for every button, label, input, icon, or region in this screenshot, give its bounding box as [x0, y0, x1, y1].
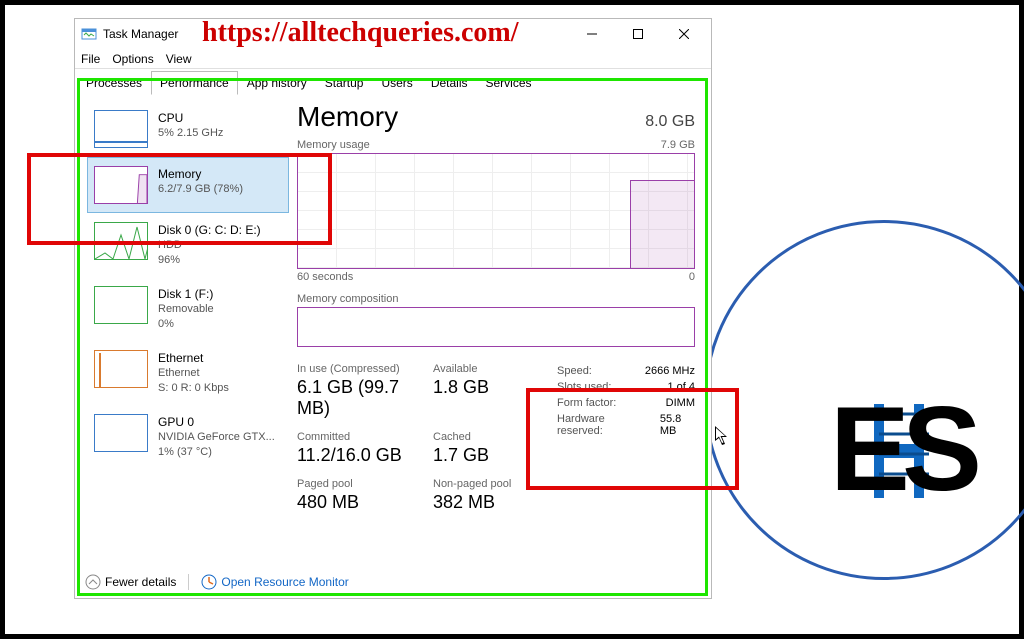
app-icon: [81, 26, 97, 42]
disk0-sparkline: [94, 222, 148, 260]
axis-right: 0: [689, 271, 695, 283]
sidebar-item-label: GPU 0: [158, 414, 275, 430]
stat-value-nonpaged: 382 MB: [433, 492, 533, 513]
sidebar-item-label: Disk 1 (F:): [158, 286, 214, 302]
sidebar-item-memory[interactable]: Memory 6.2/7.9 GB (78%): [87, 157, 289, 213]
menu-file[interactable]: File: [81, 52, 100, 66]
sidebar-item-sub: Ethernet: [158, 366, 229, 381]
stat-value-paged: 480 MB: [297, 492, 433, 513]
open-resource-monitor-link[interactable]: Open Resource Monitor: [201, 574, 348, 590]
chart-fill: [630, 180, 694, 268]
tab-details[interactable]: Details: [422, 71, 477, 95]
memory-sparkline: [94, 166, 148, 204]
stat-label-paged: Paged pool: [297, 478, 433, 490]
sidebar-item-sub2: S: 0 R: 0 Kbps: [158, 381, 229, 396]
stat-value-available: 1.8 GB: [433, 377, 533, 398]
fewer-details-button[interactable]: Fewer details: [85, 574, 176, 590]
stat-value-inuse: 6.1 GB (99.7 MB): [297, 377, 433, 419]
tab-performance[interactable]: Performance: [151, 71, 238, 95]
menu-options[interactable]: Options: [112, 52, 153, 66]
spec-value-form: DIMM: [666, 397, 695, 409]
sidebar-item-sub2: 96%: [158, 253, 261, 268]
sidebar-item-ethernet[interactable]: Ethernet Ethernet S: 0 R: 0 Kbps: [87, 341, 289, 405]
maximize-button[interactable]: [615, 19, 661, 49]
performance-sidebar: CPU 5% 2.15 GHz Memory 6.2/7.9 GB (78%): [75, 95, 289, 591]
gpu-sparkline: [94, 414, 148, 452]
sidebar-item-sub: Removable: [158, 302, 214, 317]
memory-capacity: 8.0 GB: [645, 113, 695, 131]
spec-label-speed: Speed:: [557, 365, 592, 377]
stat-label-committed: Committed: [297, 431, 433, 443]
chart-ymax: 7.9 GB: [661, 139, 695, 151]
chevron-up-circle-icon: [85, 574, 101, 590]
sidebar-item-sub: HDD: [158, 238, 261, 253]
fewer-details-label: Fewer details: [105, 575, 176, 589]
composition-label: Memory composition: [297, 293, 695, 305]
sidebar-item-sub: NVIDIA GeForce GTX...: [158, 430, 275, 445]
memory-usage-chart[interactable]: [297, 153, 695, 269]
orm-label: Open Resource Monitor: [221, 575, 348, 589]
performance-body: CPU 5% 2.15 GHz Memory 6.2/7.9 GB (78%): [75, 95, 711, 591]
tab-services[interactable]: Services: [477, 71, 541, 95]
sidebar-item-disk1[interactable]: Disk 1 (F:) Removable 0%: [87, 277, 289, 341]
menubar: File Options View: [75, 49, 711, 69]
task-manager-window: Task Manager File Options View Processes…: [74, 18, 712, 599]
window-title: Task Manager: [103, 27, 178, 41]
memory-specs: Speed: 2666 MHz Slots used: 1 of 4 Form fa…: [557, 363, 695, 513]
page-title: Memory: [297, 101, 398, 133]
sidebar-item-label: CPU: [158, 110, 223, 126]
sidebar-item-label: Ethernet: [158, 350, 229, 366]
memory-stats: In use (Compressed) 6.1 GB (99.7 MB) Ava…: [297, 363, 695, 513]
sidebar-item-label: Memory: [158, 166, 243, 182]
spec-label-form: Form factor:: [557, 397, 616, 409]
sidebar-item-sub2: 0%: [158, 317, 214, 332]
tab-app-history[interactable]: App history: [238, 71, 316, 95]
sidebar-item-sub: 5% 2.15 GHz: [158, 126, 223, 141]
tabs: Processes Performance App history Startu…: [75, 71, 711, 95]
spec-value-hw: 55.8 MB: [660, 413, 695, 437]
stat-value-cached: 1.7 GB: [433, 445, 533, 466]
sidebar-item-label: Disk 0 (G: C: D: E:): [158, 222, 261, 238]
spec-label-slots: Slots used:: [557, 381, 611, 393]
tab-users[interactable]: Users: [372, 71, 421, 95]
sidebar-item-gpu0[interactable]: GPU 0 NVIDIA GeForce GTX... 1% (37 °C): [87, 405, 289, 469]
background-logo-text: ES: [830, 380, 974, 518]
close-button[interactable]: [661, 19, 707, 49]
stat-value-committed: 11.2/16.0 GB: [297, 445, 433, 466]
spec-value-speed: 2666 MHz: [645, 365, 695, 377]
spec-label-hw: Hardware reserved:: [557, 413, 640, 437]
watermark-url: https://alltechqueries.com/: [202, 17, 519, 49]
stat-label-nonpaged: Non-paged pool: [433, 478, 533, 490]
divider: [188, 574, 189, 590]
disk1-sparkline: [94, 286, 148, 324]
memory-composition-chart[interactable]: [297, 307, 695, 347]
resource-monitor-icon: [201, 574, 217, 590]
sidebar-item-sub2: 1% (37 °C): [158, 445, 275, 460]
tab-processes[interactable]: Processes: [77, 71, 151, 95]
sidebar-item-cpu[interactable]: CPU 5% 2.15 GHz: [87, 101, 289, 157]
ethernet-sparkline: [94, 350, 148, 388]
tab-startup[interactable]: Startup: [316, 71, 373, 95]
window-controls: [569, 19, 707, 49]
footer: Fewer details Open Resource Monitor: [85, 574, 349, 590]
chart-label: Memory usage: [297, 139, 370, 151]
cpu-sparkline: [94, 110, 148, 148]
sidebar-item-sub: 6.2/7.9 GB (78%): [158, 182, 243, 197]
cursor-icon: [715, 426, 729, 446]
performance-main: Memory 8.0 GB Memory usage 7.9 GB 60 sec…: [289, 95, 711, 591]
axis-left: 60 seconds: [297, 271, 353, 283]
menu-view[interactable]: View: [166, 52, 192, 66]
sidebar-item-disk0[interactable]: Disk 0 (G: C: D: E:) HDD 96%: [87, 213, 289, 277]
stat-label-cached: Cached: [433, 431, 533, 443]
stat-label-inuse: In use (Compressed): [297, 363, 433, 375]
stat-label-available: Available: [433, 363, 533, 375]
minimize-button[interactable]: [569, 19, 615, 49]
spec-value-slots: 1 of 4: [667, 381, 695, 393]
